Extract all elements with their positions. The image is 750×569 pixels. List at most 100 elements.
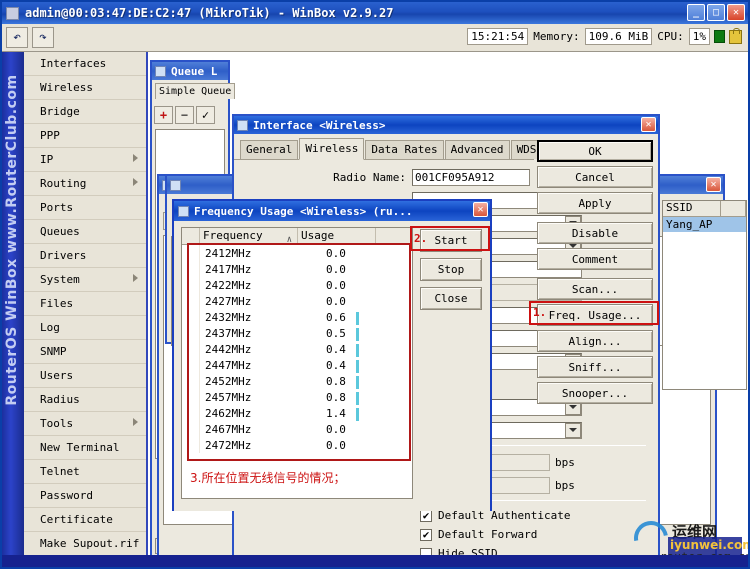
frequency-cell: 2472MHz [205,438,252,452]
lock-icon[interactable] [729,27,742,44]
ssid-panel[interactable]: SSID Yang_AP [662,200,747,390]
enable-queue-button[interactable]: ✓ [196,106,215,124]
frequency-usage-body: Frequency ∧ Usage 2412MHz 0.0 2417MHz 0.0 24… [174,221,490,511]
menu-item-make-supout-rif[interactable]: Make Supout.rif [24,532,146,556]
usage-column-header[interactable]: Usage [298,228,376,244]
usage-bar [356,327,359,341]
frequency-usage-titlebar[interactable]: Frequency Usage <Wireless> (ru... ✕ [174,201,490,221]
menu-item-snmp[interactable]: SNMP [24,340,146,364]
ssid-column-header[interactable]: SSID [663,201,721,216]
menu-item-label: IP [40,153,54,166]
checkbox-default-authenticate[interactable]: ✔ [420,509,432,522]
menu-item-telnet[interactable]: Telnet [24,460,146,484]
menu-item-ppp[interactable]: PPP [24,124,146,148]
add-queue-button[interactable]: + [154,106,173,124]
align-button[interactable]: Align... [537,330,653,352]
menu-item-radius[interactable]: Radius [24,388,146,412]
tab-general[interactable]: General [240,140,299,159]
remove-queue-button[interactable]: − [175,106,194,124]
scan-button[interactable]: Scan... [537,278,653,300]
frequency-column-header[interactable]: Frequency ∧ [200,228,298,245]
radio-name-label: Radio Name: [333,170,406,184]
chevron-down-icon[interactable] [565,422,581,438]
frequency-usage-table[interactable]: Frequency ∧ Usage 2412MHz 0.0 2417MHz 0.0 24… [181,227,413,499]
frequency-usage-window[interactable]: Frequency Usage <Wireless> (ru... ✕ Freq… [172,199,492,511]
menu-item-log[interactable]: Log [24,316,146,340]
row-marker-cell [182,245,200,261]
table-row[interactable]: 2472MHz 0.0 [182,437,412,453]
menu-item-queues[interactable]: Queues [24,220,146,244]
menu-item-new-terminal[interactable]: New Terminal [24,436,146,460]
menu-item-ip[interactable]: IP [24,148,146,172]
checkbox-default-forward[interactable]: ✔ [420,528,432,541]
frequency-usage-close-icon[interactable]: ✕ [473,202,488,217]
table-row[interactable]: 2467MHz 0.0 [182,421,412,437]
row-marker-cell [182,261,200,277]
menu-item-label: Wireless [40,81,93,94]
ap-tx-bps-unit: bps [555,455,575,469]
radio-name-input[interactable]: 001CF095A912 [412,168,530,186]
frequency-cell: 2437MHz [205,326,252,340]
menu-item-routing[interactable]: Routing [24,172,146,196]
frequency-cell: 2462MHz [205,406,252,420]
menu-item-files[interactable]: Files [24,292,146,316]
menu-item-interfaces[interactable]: Interfaces [24,52,146,76]
usage-bar [356,343,359,357]
menu-item-label: Log [40,321,60,334]
usage-bar [356,359,359,373]
wireless-secondary-close-icon[interactable]: ✕ [706,177,721,192]
redo-icon[interactable]: ↷ [32,27,54,48]
table-row[interactable]: 2422MHz 0.0 [182,277,412,293]
frequency-usage-title: Frequency Usage <Wireless> (ru... [194,204,413,218]
snooper-button[interactable]: Snooper... [537,382,653,404]
menu-item-drivers[interactable]: Drivers [24,244,146,268]
tab-wireless[interactable]: Wireless [299,138,365,160]
disable-button[interactable]: Disable [537,222,653,244]
usage-bar [356,407,359,421]
frequency-cell: 2457MHz [205,390,252,404]
table-row[interactable]: 2442MHz 0.4 [182,341,412,357]
close-button[interactable]: Close [420,287,482,310]
table-row[interactable]: 2437MHz 0.5 [182,325,412,341]
table-row[interactable]: 2452MHz 0.8 [182,373,412,389]
table-row[interactable]: 2432MHz 0.6 [182,309,412,325]
comment-button[interactable]: Comment [537,248,653,270]
table-row[interactable]: 2447MHz 0.4 [182,357,412,373]
usage-cell: 0.8 [298,375,376,389]
menu-item-wireless[interactable]: Wireless [24,76,146,100]
menu-item-password[interactable]: Password [24,484,146,508]
ssid-row[interactable]: Yang_AP [663,217,746,232]
menu-item-bridge[interactable]: Bridge [24,100,146,124]
usage-bar [356,391,359,405]
table-row[interactable]: 2417MHz 0.0 [182,261,412,277]
table-row[interactable]: 2457MHz 0.8 [182,389,412,405]
queue-list-titlebar[interactable]: Queue L [152,62,228,80]
table-row[interactable]: 2462MHz 1.4 [182,405,412,421]
submenu-arrow-icon [133,418,138,426]
menu-item-users[interactable]: Users [24,364,146,388]
menu-item-ports[interactable]: Ports [24,196,146,220]
stop-button[interactable]: Stop [420,258,482,281]
maximize-button[interactable]: □ [707,4,725,21]
sniff-button[interactable]: Sniff... [537,356,653,378]
minimize-button[interactable]: _ [687,4,705,21]
menu-item-label: Ports [40,201,74,214]
table-row[interactable]: 2412MHz 0.0 [182,245,412,261]
usage-cell: 0.8 [298,391,376,405]
tab-data-rates[interactable]: Data Rates [365,140,444,159]
ok-button[interactable]: OK [537,140,653,162]
undo-icon[interactable]: ↶ [6,27,28,48]
tab-advanced[interactable]: Advanced [444,140,510,159]
checkbox-row[interactable]: ✔ Default Forward [234,525,658,544]
menu-item-tools[interactable]: Tools [24,412,146,436]
interface-window-close-icon[interactable]: ✕ [641,117,656,132]
table-row[interactable]: 2427MHz 0.0 [182,293,412,309]
apply-button[interactable]: Apply [537,192,653,214]
cancel-button[interactable]: Cancel [537,166,653,188]
menu-item-label: New Terminal [40,441,120,454]
menu-item-system[interactable]: System [24,268,146,292]
menu-item-certificate[interactable]: Certificate [24,508,146,532]
interface-window-titlebar[interactable]: Interface <Wireless> ✕ [234,116,658,134]
close-button[interactable]: ✕ [727,4,745,21]
tab-simple-queue[interactable]: Simple Queue [155,83,236,99]
